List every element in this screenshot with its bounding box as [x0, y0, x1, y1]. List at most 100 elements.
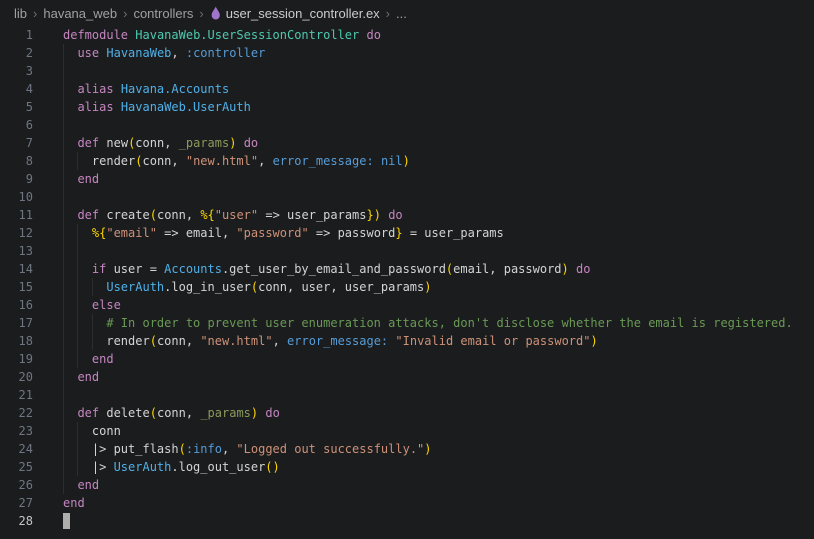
- indent-guide: [63, 62, 64, 80]
- code-line[interactable]: 16 else: [0, 296, 814, 314]
- code-line[interactable]: 26 end: [0, 476, 814, 494]
- indent-guide: [77, 440, 78, 458]
- line-number: 11: [0, 206, 63, 224]
- indent-guide: [63, 278, 64, 296]
- code-line[interactable]: 13: [0, 242, 814, 260]
- line-number: 21: [0, 386, 63, 404]
- code-line[interactable]: 11 def create(conn, %{"user" => user_par…: [0, 206, 814, 224]
- chevron-right-icon: ›: [33, 6, 37, 21]
- code-lines: 1defmodule HavanaWeb.UserSessionControll…: [0, 26, 814, 530]
- chevron-right-icon: ›: [123, 6, 127, 21]
- indent-guide: [63, 476, 64, 494]
- code-line[interactable]: 7 def new(conn, _params) do: [0, 134, 814, 152]
- line-number: 12: [0, 224, 63, 242]
- code-line[interactable]: 23 conn: [0, 422, 814, 440]
- code-line[interactable]: 15 UserAuth.log_in_user(conn, user, user…: [0, 278, 814, 296]
- line-number: 5: [0, 98, 63, 116]
- line-number: 16: [0, 296, 63, 314]
- breadcrumb-item-havana-web[interactable]: havana_web: [43, 6, 117, 21]
- code-line[interactable]: 28: [0, 512, 814, 530]
- code-line[interactable]: 4 alias Havana.Accounts: [0, 80, 814, 98]
- indent-guide: [63, 242, 64, 260]
- line-number: 14: [0, 260, 63, 278]
- code-line[interactable]: 2 use HavanaWeb, :controller: [0, 44, 814, 62]
- line-number: 9: [0, 170, 63, 188]
- code-line[interactable]: 22 def delete(conn, _params) do: [0, 404, 814, 422]
- indent-guide: [77, 242, 78, 260]
- breadcrumb-item-symbol-more[interactable]: ...: [396, 6, 407, 21]
- indent-guide: [92, 314, 93, 332]
- indent-guide: [63, 296, 64, 314]
- line-number: 27: [0, 494, 63, 512]
- line-number: 23: [0, 422, 63, 440]
- line-number: 8: [0, 152, 63, 170]
- indent-guide: [63, 44, 64, 62]
- indent-guide: [92, 278, 93, 296]
- code-line[interactable]: 24 |> put_flash(:info, "Logged out succe…: [0, 440, 814, 458]
- indent-guide: [63, 98, 64, 116]
- code-line[interactable]: 8 render(conn, "new.html", error_message…: [0, 152, 814, 170]
- text-cursor: [63, 513, 70, 529]
- indent-guide: [77, 332, 78, 350]
- breadcrumb-item-lib[interactable]: lib: [14, 6, 27, 21]
- indent-guide: [63, 314, 64, 332]
- line-number: 4: [0, 80, 63, 98]
- indent-guide: [63, 440, 64, 458]
- indent-guide: [63, 458, 64, 476]
- indent-guide: [63, 350, 64, 368]
- indent-guide: [63, 80, 64, 98]
- code-editor[interactable]: 1defmodule HavanaWeb.UserSessionControll…: [0, 26, 814, 530]
- code-line[interactable]: 17 # In order to prevent user enumeratio…: [0, 314, 814, 332]
- indent-guide: [63, 134, 64, 152]
- line-number: 15: [0, 278, 63, 296]
- code-line[interactable]: 25 |> UserAuth.log_out_user(): [0, 458, 814, 476]
- code-line[interactable]: 9 end: [0, 170, 814, 188]
- code-line[interactable]: 5 alias HavanaWeb.UserAuth: [0, 98, 814, 116]
- code-line[interactable]: 1defmodule HavanaWeb.UserSessionControll…: [0, 26, 814, 44]
- code-line[interactable]: 18 render(conn, "new.html", error_messag…: [0, 332, 814, 350]
- breadcrumb-item-file[interactable]: user_session_controller.ex: [210, 6, 380, 21]
- line-number: 17: [0, 314, 63, 332]
- indent-guide: [77, 350, 78, 368]
- indent-guide: [92, 332, 93, 350]
- line-number: 2: [0, 44, 63, 62]
- code-line[interactable]: 12 %{"email" => email, "password" => pas…: [0, 224, 814, 242]
- indent-guide: [77, 260, 78, 278]
- elixir-droplet-icon: [210, 6, 221, 20]
- line-number: 19: [0, 350, 63, 368]
- breadcrumb-item-controllers[interactable]: controllers: [133, 6, 193, 21]
- line-number: 28: [0, 512, 63, 530]
- indent-guide: [63, 224, 64, 242]
- code-line[interactable]: 6: [0, 116, 814, 134]
- code-line[interactable]: 20 end: [0, 368, 814, 386]
- indent-guide: [77, 422, 78, 440]
- indent-guide: [77, 314, 78, 332]
- indent-guide: [63, 368, 64, 386]
- breadcrumb: lib › havana_web › controllers › user_se…: [0, 0, 814, 26]
- line-number: 1: [0, 26, 63, 44]
- line-number: 18: [0, 332, 63, 350]
- code-line[interactable]: 19 end: [0, 350, 814, 368]
- line-number: 10: [0, 188, 63, 206]
- indent-guide: [63, 170, 64, 188]
- line-number: 3: [0, 62, 63, 80]
- code-line[interactable]: 3: [0, 62, 814, 80]
- indent-guide: [77, 296, 78, 314]
- indent-guide: [63, 206, 64, 224]
- line-number: 24: [0, 440, 63, 458]
- code-line[interactable]: 14 if user = Accounts.get_user_by_email_…: [0, 260, 814, 278]
- indent-guide: [63, 404, 64, 422]
- line-number: 20: [0, 368, 63, 386]
- chevron-right-icon: ›: [199, 6, 203, 21]
- indent-guide: [63, 116, 64, 134]
- line-number: 26: [0, 476, 63, 494]
- indent-guide: [63, 386, 64, 404]
- line-number: 25: [0, 458, 63, 476]
- indent-guide: [63, 188, 64, 206]
- line-number: 7: [0, 134, 63, 152]
- indent-guide: [77, 152, 78, 170]
- code-line[interactable]: 21: [0, 386, 814, 404]
- indent-guide: [77, 278, 78, 296]
- code-line[interactable]: 10: [0, 188, 814, 206]
- code-line[interactable]: 27end: [0, 494, 814, 512]
